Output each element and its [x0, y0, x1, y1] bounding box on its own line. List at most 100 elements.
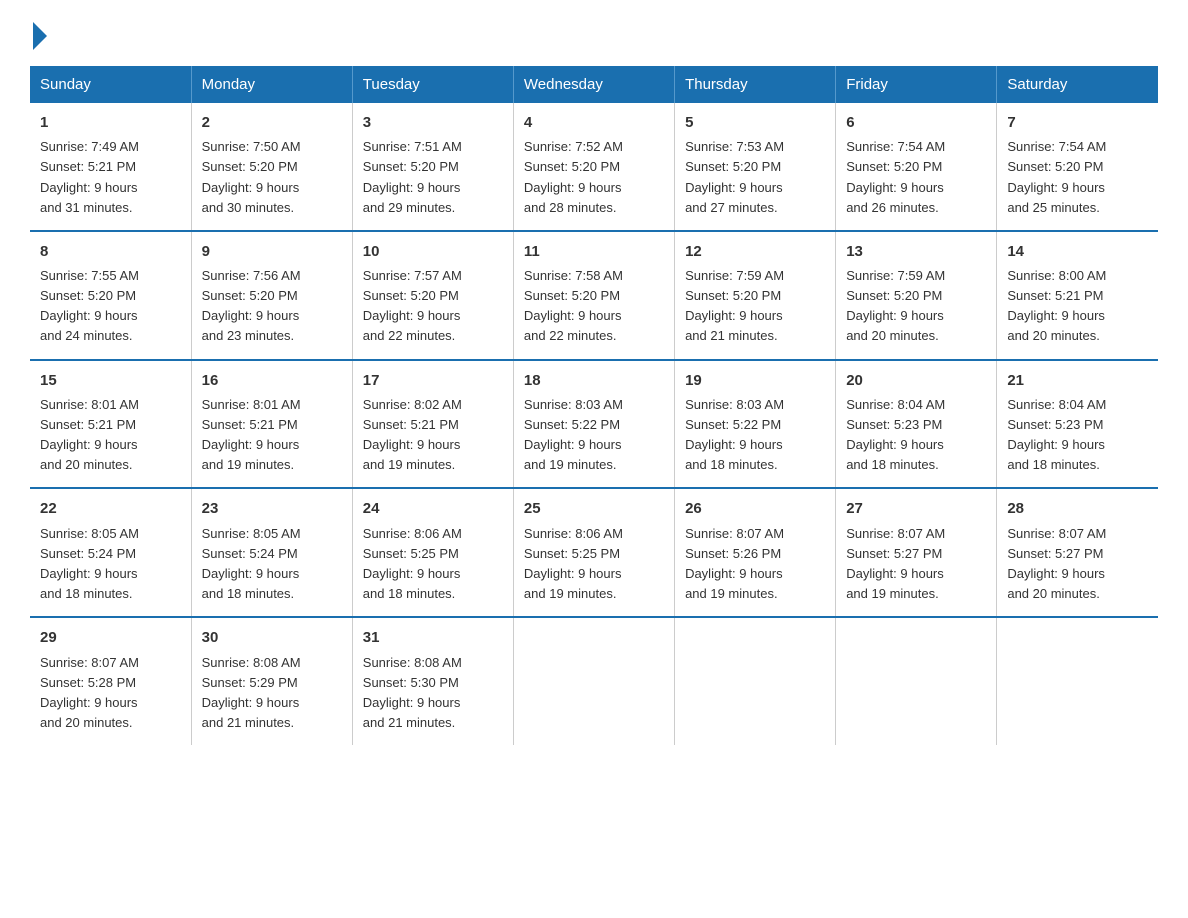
calendar-day-cell: 3 Sunrise: 7:51 AM Sunset: 5:20 PM Daylig…: [352, 103, 513, 231]
day-info: Sunrise: 7:53 AM Sunset: 5:20 PM Dayligh…: [685, 137, 825, 218]
calendar-day-cell: 25 Sunrise: 8:06 AM Sunset: 5:25 PM Dayli…: [513, 488, 674, 617]
day-info: Sunrise: 8:01 AM Sunset: 5:21 PM Dayligh…: [202, 395, 342, 476]
day-number: 11: [524, 240, 664, 263]
day-info: Sunrise: 7:58 AM Sunset: 5:20 PM Dayligh…: [524, 266, 664, 347]
day-info: Sunrise: 7:51 AM Sunset: 5:20 PM Dayligh…: [363, 137, 503, 218]
calendar-day-cell: 27 Sunrise: 8:07 AM Sunset: 5:27 PM Dayli…: [836, 488, 997, 617]
day-number: 4: [524, 111, 664, 134]
day-number: 10: [363, 240, 503, 263]
calendar-day-cell: 16 Sunrise: 8:01 AM Sunset: 5:21 PM Dayli…: [191, 360, 352, 489]
day-number: 5: [685, 111, 825, 134]
calendar-day-cell: 24Sunrise: 8:06 AM Sunset: 5:25 PM Dayli…: [352, 488, 513, 617]
calendar-day-cell: 21Sunrise: 8:04 AM Sunset: 5:23 PM Dayli…: [997, 360, 1158, 489]
day-info: Sunrise: 8:07 AM Sunset: 5:27 PM Dayligh…: [1007, 524, 1148, 605]
day-info: Sunrise: 8:04 AM Sunset: 5:23 PM Dayligh…: [846, 395, 986, 476]
day-info: Sunrise: 7:56 AM Sunset: 5:20 PM Dayligh…: [202, 266, 342, 347]
day-number: 12: [685, 240, 825, 263]
calendar-header-wednesday: Wednesday: [513, 66, 674, 103]
calendar-day-cell: 4 Sunrise: 7:52 AM Sunset: 5:20 PM Daylig…: [513, 103, 674, 231]
day-info: Sunrise: 8:07 AM Sunset: 5:26 PM Dayligh…: [685, 524, 825, 605]
calendar-day-cell: 8 Sunrise: 7:55 AM Sunset: 5:20 PM Daylig…: [30, 231, 191, 360]
calendar-day-cell: 15 Sunrise: 8:01 AM Sunset: 5:21 PM Dayli…: [30, 360, 191, 489]
day-info: Sunrise: 7:49 AM Sunset: 5:21 PM Dayligh…: [40, 137, 181, 218]
day-number: 25: [524, 497, 664, 520]
calendar-day-cell: 19Sunrise: 8:03 AM Sunset: 5:22 PM Dayli…: [675, 360, 836, 489]
calendar-day-cell: 23 Sunrise: 8:05 AM Sunset: 5:24 PM Dayli…: [191, 488, 352, 617]
calendar-day-cell: 26 Sunrise: 8:07 AM Sunset: 5:26 PM Dayli…: [675, 488, 836, 617]
day-number: 9: [202, 240, 342, 263]
calendar-day-cell: 1 Sunrise: 7:49 AM Sunset: 5:21 PM Daylig…: [30, 103, 191, 231]
day-number: 26: [685, 497, 825, 520]
calendar-day-cell: 20 Sunrise: 8:04 AM Sunset: 5:23 PM Dayli…: [836, 360, 997, 489]
day-info: Sunrise: 7:55 AM Sunset: 5:20 PM Dayligh…: [40, 266, 181, 347]
day-info: Sunrise: 8:02 AM Sunset: 5:21 PM Dayligh…: [363, 395, 503, 476]
day-number: 3: [363, 111, 503, 134]
day-info: Sunrise: 7:52 AM Sunset: 5:20 PM Dayligh…: [524, 137, 664, 218]
day-info: Sunrise: 8:03 AM Sunset: 5:22 PM Dayligh…: [685, 395, 825, 476]
calendar-day-cell: 7 Sunrise: 7:54 AM Sunset: 5:20 PM Daylig…: [997, 103, 1158, 231]
day-number: 30: [202, 626, 342, 649]
calendar-header-saturday: Saturday: [997, 66, 1158, 103]
day-number: 15: [40, 369, 181, 392]
logo-arrow-icon: [33, 22, 47, 50]
day-info: Sunrise: 8:06 AM Sunset: 5:25 PM Dayligh…: [524, 524, 664, 605]
calendar-day-cell: 11 Sunrise: 7:58 AM Sunset: 5:20 PM Dayli…: [513, 231, 674, 360]
calendar-day-cell: 5 Sunrise: 7:53 AM Sunset: 5:20 PM Daylig…: [675, 103, 836, 231]
day-number: 21: [1007, 369, 1148, 392]
calendar-day-cell: 6 Sunrise: 7:54 AM Sunset: 5:20 PM Daylig…: [836, 103, 997, 231]
day-number: 23: [202, 497, 342, 520]
day-info: Sunrise: 8:07 AM Sunset: 5:27 PM Dayligh…: [846, 524, 986, 605]
day-info: Sunrise: 8:07 AM Sunset: 5:28 PM Dayligh…: [40, 653, 181, 734]
day-info: Sunrise: 8:03 AM Sunset: 5:22 PM Dayligh…: [524, 395, 664, 476]
day-number: 27: [846, 497, 986, 520]
day-number: 18: [524, 369, 664, 392]
day-number: 13: [846, 240, 986, 263]
day-info: Sunrise: 8:05 AM Sunset: 5:24 PM Dayligh…: [40, 524, 181, 605]
calendar-day-cell: 29 Sunrise: 8:07 AM Sunset: 5:28 PM Dayli…: [30, 617, 191, 745]
day-info: Sunrise: 7:59 AM Sunset: 5:20 PM Dayligh…: [846, 266, 986, 347]
calendar-week-row: 22Sunrise: 8:05 AM Sunset: 5:24 PM Dayli…: [30, 488, 1158, 617]
calendar-day-cell: 2 Sunrise: 7:50 AM Sunset: 5:20 PM Daylig…: [191, 103, 352, 231]
day-number: 17: [363, 369, 503, 392]
day-info: Sunrise: 7:57 AM Sunset: 5:20 PM Dayligh…: [363, 266, 503, 347]
day-number: 1: [40, 111, 181, 134]
calendar-day-cell: 12 Sunrise: 7:59 AM Sunset: 5:20 PM Dayli…: [675, 231, 836, 360]
day-number: 16: [202, 369, 342, 392]
calendar-header-thursday: Thursday: [675, 66, 836, 103]
calendar-header-tuesday: Tuesday: [352, 66, 513, 103]
page-header: [30, 20, 1158, 48]
day-info: Sunrise: 8:05 AM Sunset: 5:24 PM Dayligh…: [202, 524, 342, 605]
calendar-day-cell: 17 Sunrise: 8:02 AM Sunset: 5:21 PM Dayli…: [352, 360, 513, 489]
day-info: Sunrise: 7:54 AM Sunset: 5:20 PM Dayligh…: [846, 137, 986, 218]
calendar-day-cell: [513, 617, 674, 745]
calendar-header-monday: Monday: [191, 66, 352, 103]
logo: [30, 20, 47, 48]
day-info: Sunrise: 8:06 AM Sunset: 5:25 PM Dayligh…: [363, 524, 503, 605]
calendar-day-cell: 22Sunrise: 8:05 AM Sunset: 5:24 PM Dayli…: [30, 488, 191, 617]
day-number: 29: [40, 626, 181, 649]
day-info: Sunrise: 8:00 AM Sunset: 5:21 PM Dayligh…: [1007, 266, 1148, 347]
calendar-day-cell: 31 Sunrise: 8:08 AM Sunset: 5:30 PM Dayli…: [352, 617, 513, 745]
calendar-day-cell: 14Sunrise: 8:00 AM Sunset: 5:21 PM Dayli…: [997, 231, 1158, 360]
calendar-week-row: 15 Sunrise: 8:01 AM Sunset: 5:21 PM Dayli…: [30, 360, 1158, 489]
day-info: Sunrise: 8:01 AM Sunset: 5:21 PM Dayligh…: [40, 395, 181, 476]
day-info: Sunrise: 7:59 AM Sunset: 5:20 PM Dayligh…: [685, 266, 825, 347]
day-number: 20: [846, 369, 986, 392]
day-number: 28: [1007, 497, 1148, 520]
day-number: 31: [363, 626, 503, 649]
day-number: 8: [40, 240, 181, 263]
calendar-day-cell: [675, 617, 836, 745]
calendar-day-cell: 18 Sunrise: 8:03 AM Sunset: 5:22 PM Dayli…: [513, 360, 674, 489]
calendar-week-row: 29 Sunrise: 8:07 AM Sunset: 5:28 PM Dayli…: [30, 617, 1158, 745]
calendar-day-cell: 30Sunrise: 8:08 AM Sunset: 5:29 PM Dayli…: [191, 617, 352, 745]
calendar-header-sunday: Sunday: [30, 66, 191, 103]
day-info: Sunrise: 7:54 AM Sunset: 5:20 PM Dayligh…: [1007, 137, 1148, 218]
day-info: Sunrise: 8:08 AM Sunset: 5:30 PM Dayligh…: [363, 653, 503, 734]
day-number: 6: [846, 111, 986, 134]
day-info: Sunrise: 7:50 AM Sunset: 5:20 PM Dayligh…: [202, 137, 342, 218]
calendar-day-cell: 13 Sunrise: 7:59 AM Sunset: 5:20 PM Dayli…: [836, 231, 997, 360]
day-number: 2: [202, 111, 342, 134]
day-number: 7: [1007, 111, 1148, 134]
calendar-day-cell: 10 Sunrise: 7:57 AM Sunset: 5:20 PM Dayli…: [352, 231, 513, 360]
calendar-week-row: 8 Sunrise: 7:55 AM Sunset: 5:20 PM Daylig…: [30, 231, 1158, 360]
